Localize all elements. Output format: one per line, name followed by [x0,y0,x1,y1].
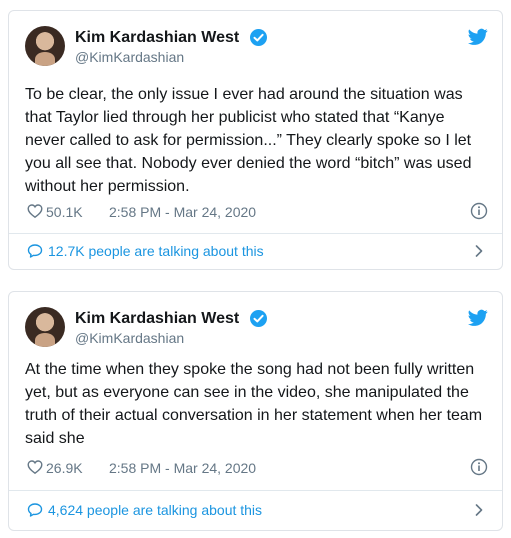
tweet-text: At the time when they spoke the song had… [25,361,483,447]
tweet-header: Kim Kardashian West @KimKardashian [25,307,488,349]
tweet-header: Kim Kardashian West @KimKardashian [25,26,488,68]
heart-icon[interactable] [27,459,43,475]
like-count[interactable]: 26.9K [46,460,83,476]
tweet-meta: 26.9K 2:58 PM - Mar 24, 2020 [27,458,488,478]
timestamp[interactable]: 2:58 PM - Mar 24, 2020 [109,460,256,476]
talking-count[interactable]: 4,624 people are talking about this [48,502,262,518]
avatar[interactable] [25,307,65,347]
chevron-right-icon[interactable] [472,502,486,518]
chevron-right-icon[interactable] [472,243,486,259]
tweet-meta: 50.1K 2:58 PM - Mar 24, 2020 [27,202,488,222]
tweet-card[interactable]: Kim Kardashian West @KimKardashian At th… [8,291,503,531]
divider [9,233,502,234]
author-handle[interactable]: @KimKardashian [75,330,184,346]
divider [9,490,502,491]
author-name[interactable]: Kim Kardashian West [75,29,239,47]
twitter-bird-icon[interactable] [468,309,488,327]
verified-badge-icon [250,310,267,327]
speech-bubble-icon [27,244,43,258]
twitter-bird-icon[interactable] [468,28,488,46]
conversation-link[interactable]: 4,624 people are talking about this [27,499,488,521]
author-name[interactable]: Kim Kardashian West [75,310,239,328]
tweet-card[interactable]: Kim Kardashian West @KimKardashian To be… [8,10,503,270]
speech-bubble-icon [27,503,43,517]
like-count[interactable]: 50.1K [46,204,83,220]
heart-icon[interactable] [27,203,43,219]
info-icon[interactable] [470,458,488,476]
timestamp[interactable]: 2:58 PM - Mar 24, 2020 [109,204,256,220]
author-handle[interactable]: @KimKardashian [75,49,184,65]
tweet-text: To be clear, the only issue I ever had a… [25,86,472,195]
conversation-link[interactable]: 12.7K people are talking about this [27,240,488,262]
verified-badge-icon [250,29,267,46]
talking-count[interactable]: 12.7K people are talking about this [48,243,264,259]
info-icon[interactable] [470,202,488,220]
avatar[interactable] [25,26,65,66]
